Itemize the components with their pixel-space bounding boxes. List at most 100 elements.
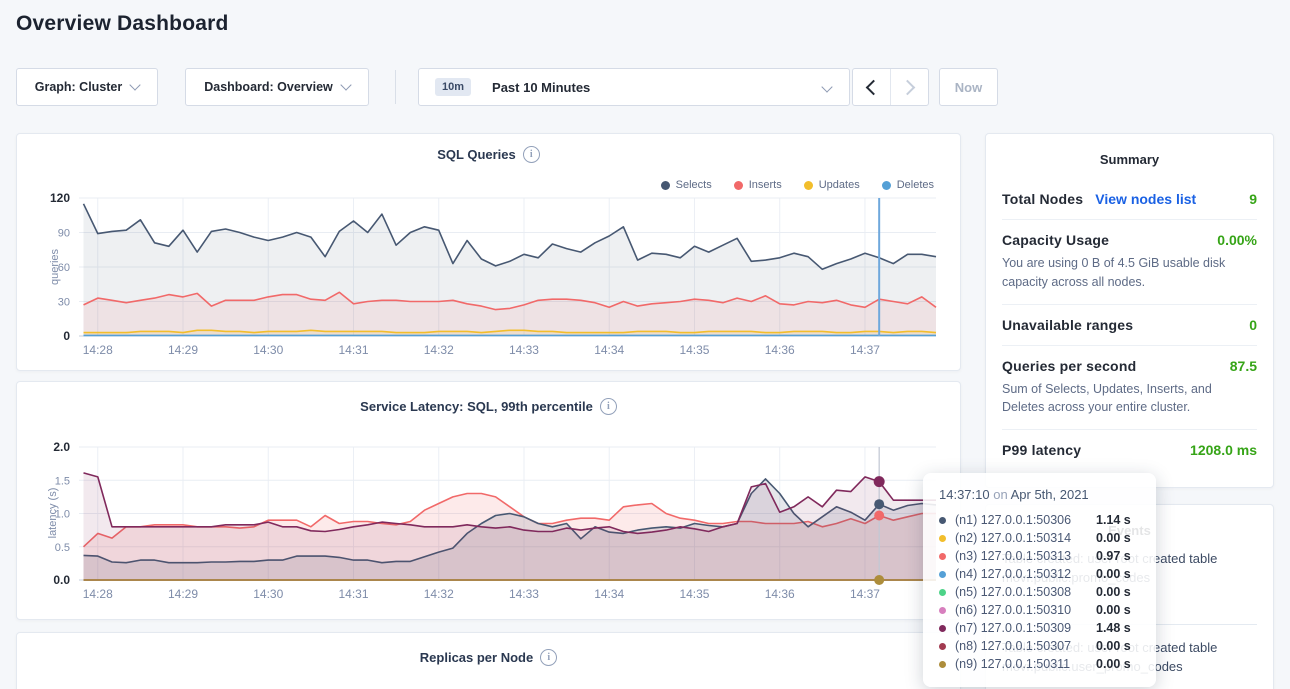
chevron-right-icon: [900, 79, 916, 95]
node-latency-value: 0.97 s: [1096, 549, 1140, 563]
svg-text:14:32: 14:32: [424, 587, 454, 601]
node-latency-value: 0.00 s: [1096, 639, 1140, 653]
dashboard-dropdown[interactable]: Dashboard: Overview: [185, 68, 369, 106]
svg-text:14:28: 14:28: [83, 343, 113, 357]
node-latency-value: 0.00 s: [1096, 603, 1140, 617]
svg-text:1.0: 1.0: [55, 509, 70, 521]
chevron-down-icon: [821, 81, 832, 92]
time-step-buttons: [852, 68, 929, 106]
node-address: (n1) 127.0.0.1:50306: [955, 513, 1071, 527]
summary-row-total-nodes: Total Nodes View nodes list 9: [1002, 179, 1257, 220]
node-color-dot: [939, 589, 946, 596]
svg-text:120: 120: [50, 191, 70, 205]
sql-queries-chart-card: SQL Queries i SelectsInsertsUpdatesDelet…: [16, 133, 961, 371]
svg-text:0: 0: [63, 329, 70, 343]
chevron-left-icon: [866, 79, 882, 95]
tooltip-row: (n3) 127.0.0.1:50313 0.97 s: [939, 547, 1140, 565]
svg-text:14:29: 14:29: [168, 587, 198, 601]
svg-text:14:31: 14:31: [338, 587, 368, 601]
node-address: (n6) 127.0.0.1:50310: [955, 603, 1071, 617]
tooltip-row: (n2) 127.0.0.1:50314 0.00 s: [939, 529, 1140, 547]
node-color-dot: [939, 625, 946, 632]
unavailable-ranges-value: 0: [1249, 317, 1257, 333]
chart-hover-tooltip: 14:37:10 on Apr 5th, 2021 (n1) 127.0.0.1…: [923, 473, 1156, 687]
node-color-dot: [939, 607, 946, 614]
total-nodes-value: 9: [1249, 191, 1257, 207]
node-address: (n8) 127.0.0.1:50307: [955, 639, 1071, 653]
graph-dropdown[interactable]: Graph: Cluster: [16, 68, 158, 106]
summary-row-qps: Queries per second 87.5 Sum of Selects, …: [1002, 346, 1257, 431]
service-latency-chart-card: Service Latency: SQL, 99th percentile i …: [16, 381, 961, 620]
summary-title: Summary: [1002, 152, 1257, 167]
node-address: (n3) 127.0.0.1:50313: [955, 549, 1071, 563]
node-latency-value: 0.00 s: [1096, 531, 1140, 545]
node-latency-value: 1.48 s: [1096, 621, 1140, 635]
p99-latency-value: 1208.0 ms: [1190, 442, 1257, 458]
svg-text:14:33: 14:33: [509, 343, 539, 357]
svg-text:14:28: 14:28: [83, 587, 113, 601]
svg-text:14:34: 14:34: [594, 587, 624, 601]
node-latency-value: 0.00 s: [1096, 585, 1140, 599]
overview-dashboard-page: Overview Dashboard Graph: Cluster Dashbo…: [0, 0, 1290, 689]
replicas-per-node-chart-card: Replicas per Node i: [16, 632, 961, 689]
tooltip-node-list: (n1) 127.0.0.1:503061.14 s(n2) 127.0.0.1…: [939, 511, 1140, 673]
svg-text:30: 30: [58, 297, 70, 309]
info-icon[interactable]: i: [540, 649, 557, 666]
node-address: (n2) 127.0.0.1:50314: [955, 531, 1071, 545]
capacity-label: Capacity Usage: [1002, 232, 1109, 248]
next-time-button[interactable]: [891, 69, 928, 105]
svg-text:1.5: 1.5: [55, 475, 70, 487]
sql-queries-chart-canvas[interactable]: 14:2814:2914:3014:3114:3214:3314:3414:35…: [17, 134, 960, 370]
svg-text:14:36: 14:36: [765, 587, 795, 601]
capacity-desc: You are using 0 B of 4.5 GiB usable disk…: [1002, 254, 1257, 292]
tooltip-row: (n1) 127.0.0.1:503061.14 s: [939, 511, 1140, 529]
chart-title: Replicas per Node: [420, 650, 533, 665]
time-range-badge: 10m: [435, 78, 471, 96]
prev-time-button[interactable]: [853, 69, 891, 105]
graph-dropdown-label: Graph: Cluster: [35, 80, 123, 94]
svg-text:60: 60: [58, 262, 70, 274]
svg-text:14:31: 14:31: [338, 343, 368, 357]
tooltip-row: (n6) 127.0.0.1:50310 0.00 s: [939, 601, 1140, 619]
svg-text:14:36: 14:36: [765, 343, 795, 357]
svg-text:14:35: 14:35: [679, 343, 709, 357]
svg-text:14:35: 14:35: [679, 587, 709, 601]
svg-text:14:29: 14:29: [168, 343, 198, 357]
time-range-label: Past 10 Minutes: [492, 80, 590, 95]
svg-text:2.0: 2.0: [53, 440, 70, 454]
svg-text:14:37: 14:37: [850, 587, 880, 601]
summary-row-unavailable: Unavailable ranges 0: [1002, 305, 1257, 346]
view-nodes-list-link[interactable]: View nodes list: [1095, 191, 1196, 207]
node-color-dot: [939, 661, 946, 668]
tooltip-row: (n4) 127.0.0.1:50312 0.00 s: [939, 565, 1140, 583]
summary-row-capacity: Capacity Usage 0.00% You are using 0 B o…: [1002, 220, 1257, 305]
dashboard-dropdown-label: Dashboard: Overview: [204, 80, 333, 94]
node-color-dot: [939, 643, 946, 650]
svg-text:14:32: 14:32: [424, 343, 454, 357]
replicas-chart-title-row: Replicas per Node i: [17, 649, 960, 666]
svg-text:14:34: 14:34: [594, 343, 624, 357]
control-bar-divider: [395, 70, 396, 104]
service-latency-chart-canvas[interactable]: 14:28 14:29 14:30 14:31 14:32 14:33 14:34 14:35…: [17, 382, 960, 619]
tooltip-row: (n8) 127.0.0.1:50307 0.00 s: [939, 637, 1140, 655]
svg-text:14:30: 14:30: [253, 587, 283, 601]
qps-desc: Sum of Selects, Updates, Inserts, and De…: [1002, 380, 1257, 418]
capacity-value: 0.00%: [1217, 232, 1257, 248]
summary-row-p99: P99 latency 1208.0 ms: [1002, 430, 1257, 470]
now-button[interactable]: Now: [939, 68, 998, 106]
node-color-dot: [939, 517, 946, 524]
node-address: (n4) 127.0.0.1:50312: [955, 567, 1071, 581]
chevron-down-icon: [130, 79, 141, 90]
p99-latency-label: P99 latency: [1002, 442, 1081, 458]
time-range-dropdown[interactable]: 10m Past 10 Minutes: [418, 68, 850, 106]
svg-text:14:37: 14:37: [850, 343, 880, 357]
tooltip-row: (n7) 127.0.0.1:503091.48 s: [939, 619, 1140, 637]
svg-text:14:33: 14:33: [509, 587, 539, 601]
node-latency-value: 0.00 s: [1096, 657, 1140, 671]
summary-panel: Summary Total Nodes View nodes list 9 Ca…: [985, 133, 1274, 488]
tooltip-row: (n5) 127.0.0.1:503080.00 s: [939, 583, 1140, 601]
node-latency-value: 0.00 s: [1096, 567, 1140, 581]
qps-value: 87.5: [1230, 358, 1257, 374]
chevron-down-icon: [340, 79, 351, 90]
svg-text:0.5: 0.5: [55, 542, 70, 554]
